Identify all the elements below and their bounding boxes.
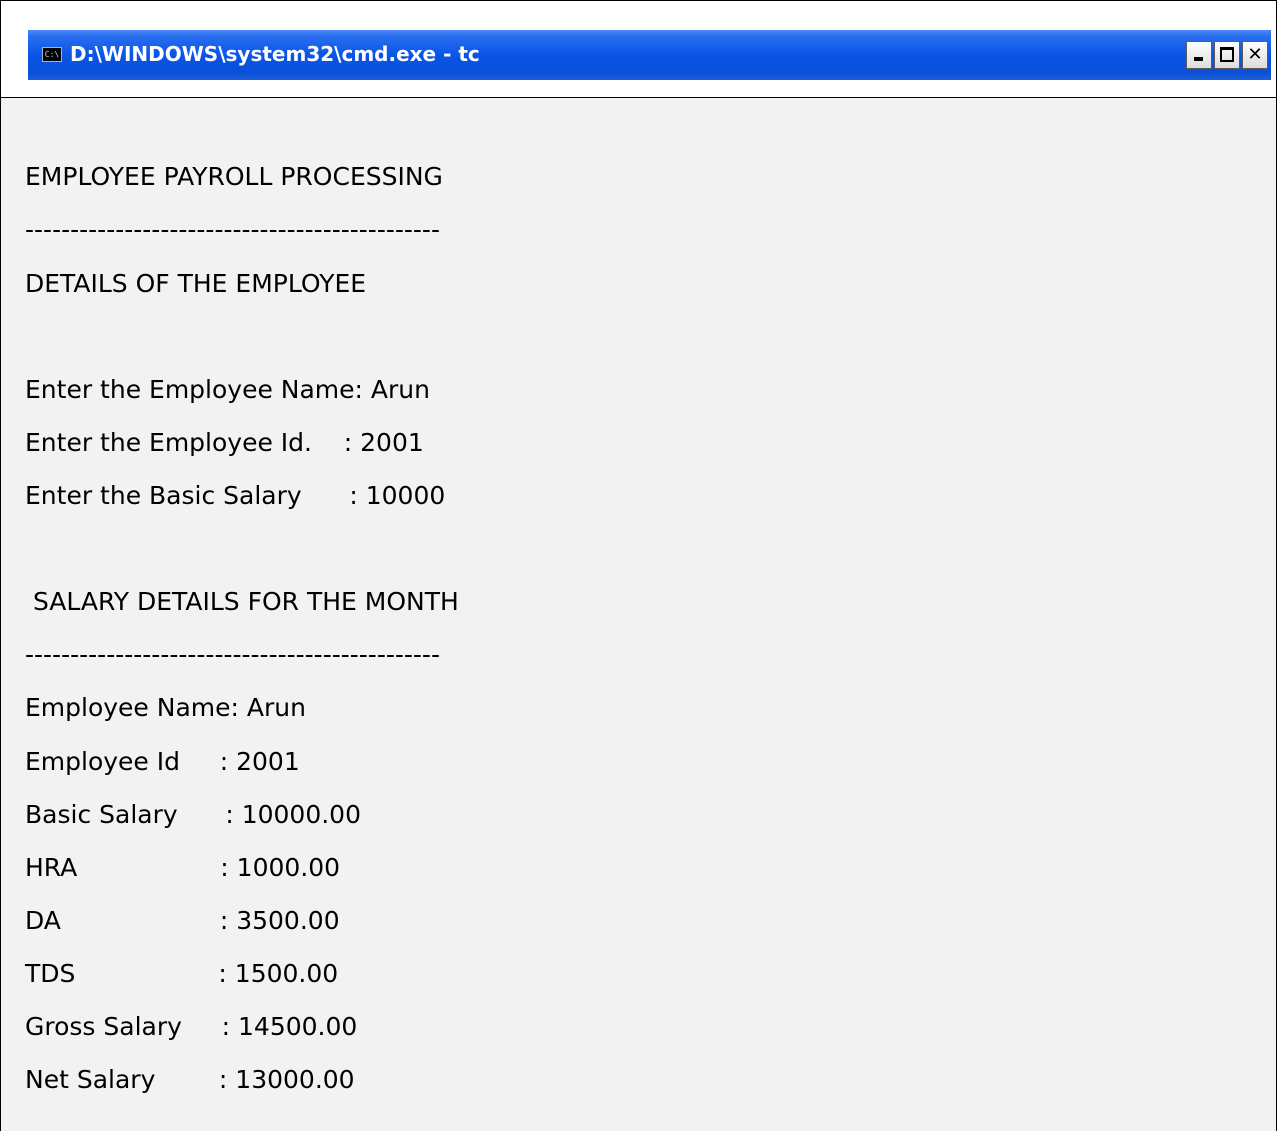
close-icon: ✕ (1247, 44, 1263, 65)
minimize-button[interactable] (1186, 41, 1212, 69)
payroll-heading: EMPLOYEE PAYROLL PROCESSING (25, 162, 443, 191)
employee-id-prompt: Enter the Employee Id. : 2001 (25, 428, 424, 457)
salary-details-heading: SALARY DETAILS FOR THE MONTH (25, 587, 459, 616)
maximize-icon (1220, 47, 1234, 62)
output-net-salary: Net Salary : 13000.00 (25, 1065, 355, 1094)
output-da: DA : 3500.00 (25, 906, 340, 935)
close-button[interactable]: ✕ (1242, 41, 1268, 69)
output-tds: TDS : 1500.00 (25, 959, 339, 988)
maximize-button[interactable] (1214, 41, 1240, 69)
output-basic-salary: Basic Salary : 10000.00 (25, 800, 361, 829)
separator-line: ----------------------------------------… (25, 640, 440, 669)
details-heading: DETAILS OF THE EMPLOYEE (25, 269, 367, 298)
window-title: D:\WINDOWS\system32\cmd.exe - tc (70, 42, 480, 66)
titlebar-area: C:\ D:\WINDOWS\system32\cmd.exe - tc ✕ (1, 1, 1276, 98)
console-window: C:\ D:\WINDOWS\system32\cmd.exe - tc ✕ E… (0, 0, 1277, 1131)
window-titlebar[interactable]: C:\ D:\WINDOWS\system32\cmd.exe - tc ✕ (28, 30, 1271, 80)
output-employee-id: Employee Id : 2001 (25, 747, 300, 776)
minimize-icon (1194, 57, 1203, 61)
output-employee-name: Employee Name: Arun (25, 693, 306, 722)
cmd-icon[interactable]: C:\ (42, 47, 62, 62)
separator-line: ----------------------------------------… (25, 215, 440, 244)
employee-name-prompt: Enter the Employee Name: Arun (25, 375, 430, 404)
output-gross-salary: Gross Salary : 14500.00 (25, 1012, 358, 1041)
output-hra: HRA : 1000.00 (25, 853, 341, 882)
basic-salary-prompt: Enter the Basic Salary : 10000 (25, 481, 446, 510)
